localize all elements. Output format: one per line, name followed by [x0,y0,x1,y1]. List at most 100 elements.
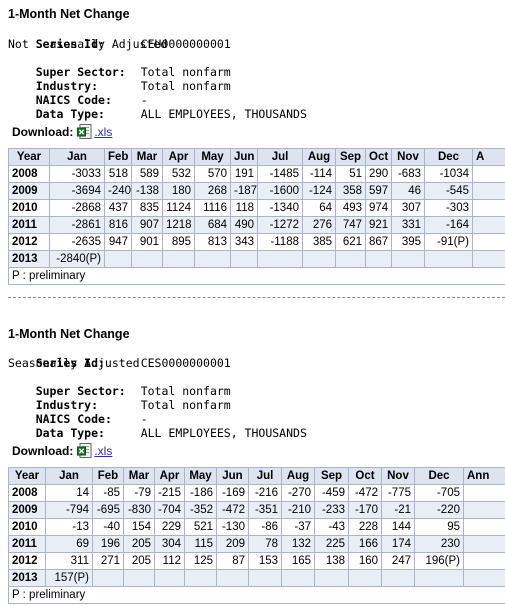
value-cell: -704 [154,501,185,519]
value-cell: 112 [154,552,185,570]
footnote-row: P : preliminary [8,586,505,604]
column-header: Nov [381,467,415,485]
column-header: Dec [414,467,464,485]
value-cell [463,484,505,502]
value-cell: 209 [216,535,249,553]
value-cell: 247 [381,552,415,570]
year-cell: 2009 [8,501,46,519]
value-cell: 138 [314,552,349,570]
value-cell: 144 [381,518,415,536]
value-cell: 271 [92,552,124,570]
value-cell: -695 [92,501,124,519]
value-cell: -794 [45,501,93,519]
value-cell: -216 [248,484,282,502]
value-cell [154,569,185,587]
value-cell [216,569,249,587]
value-cell: -705 [414,484,464,502]
value-cell: -220 [414,501,464,519]
value-cell [348,569,382,587]
value-cell [463,501,505,519]
series-section-sa: 1-Month Net Change Series Id: CES00000000… [0,0,505,606]
year-cell: 2013 [8,569,46,587]
download-label: Download: [12,443,74,458]
year-cell: 2010 [8,518,46,536]
value-cell [314,569,349,587]
value-cell [92,569,124,587]
year-cell: 2012 [8,552,46,570]
value-cell [123,569,155,587]
footnote: P : preliminary [8,586,505,604]
value-cell: 225 [314,535,349,553]
value-cell: 521 [184,518,217,536]
column-header: Jan [45,467,93,485]
value-cell: 153 [248,552,282,570]
value-cell: 69 [45,535,93,553]
value-cell [248,569,282,587]
column-header: Aug [281,467,315,485]
value-cell: 160 [348,552,382,570]
value-cell [414,569,464,587]
column-header: Jun [216,467,249,485]
column-header: Mar [123,467,155,485]
value-cell: 157(P) [45,569,93,587]
column-header: Jul [248,467,282,485]
value-cell: 196(P) [414,552,464,570]
value-cell: -210 [281,501,315,519]
value-cell: -169 [216,484,249,502]
value-cell: 166 [348,535,382,553]
series-id-value: CES0000000001 [140,356,231,370]
value-cell: 229 [154,518,185,536]
column-header: Apr [154,467,185,485]
value-cell [184,569,217,587]
data-type-value: ALL EMPLOYEES, THOUSANDS [140,426,307,440]
xls-download-link[interactable]: .xls [94,444,112,458]
column-header: Oct [348,467,382,485]
table-row: 2011 69 196 205 304 115 209 78 132 225 166 174 230 [8,535,505,553]
year-cell: 2008 [8,484,46,502]
value-cell: 174 [381,535,415,553]
value-cell: -86 [248,518,282,536]
column-header: May [184,467,217,485]
value-cell [463,569,505,587]
value-cell: 115 [184,535,217,553]
excel-file-icon[interactable] [77,443,92,458]
table-row: 2013 157(P) [8,569,505,587]
table-row: 2010 -13 -40 154 229 521 -130 -86 -37 -43 228 144 95 [8,518,505,536]
value-cell [381,569,415,587]
value-cell [463,518,505,536]
table-row: 2009 -794 -695 -830 -704 -352 -472 -351 -210 -233… [8,501,505,519]
value-cell: 165 [281,552,315,570]
value-cell: -37 [281,518,315,536]
download-row: Download: .xls [12,443,112,458]
value-cell: 230 [414,535,464,553]
column-header: Sep [314,467,349,485]
data-type-label: Data Type: [35,426,105,440]
value-cell: -459 [314,484,349,502]
value-cell: -40 [92,518,124,536]
industry-value: Total nonfarm [140,398,231,412]
value-cell: -21 [381,501,415,519]
value-cell: -233 [314,501,349,519]
value-cell: -79 [123,484,155,502]
column-header: Year [8,467,46,485]
value-cell: -352 [184,501,217,519]
value-cell: -170 [348,501,382,519]
value-cell: -215 [154,484,185,502]
column-header: Ann [463,467,505,485]
value-cell [463,535,505,553]
value-cell: 78 [248,535,282,553]
value-cell: 87 [216,552,249,570]
value-cell: 132 [281,535,315,553]
value-cell: -85 [92,484,124,502]
value-cell [281,569,315,587]
value-cell: 125 [184,552,217,570]
value-cell: -270 [281,484,315,502]
section-heading: 1-Month Net Change [8,327,130,341]
value-cell: 196 [92,535,124,553]
value-cell: -351 [248,501,282,519]
column-header: Feb [92,467,124,485]
value-cell: -130 [216,518,249,536]
table-row: 2008 14 -85 -79 -215 -186 -169 -216 -270 -459 -472… [8,484,505,502]
value-cell: -472 [348,484,382,502]
value-cell: 154 [123,518,155,536]
